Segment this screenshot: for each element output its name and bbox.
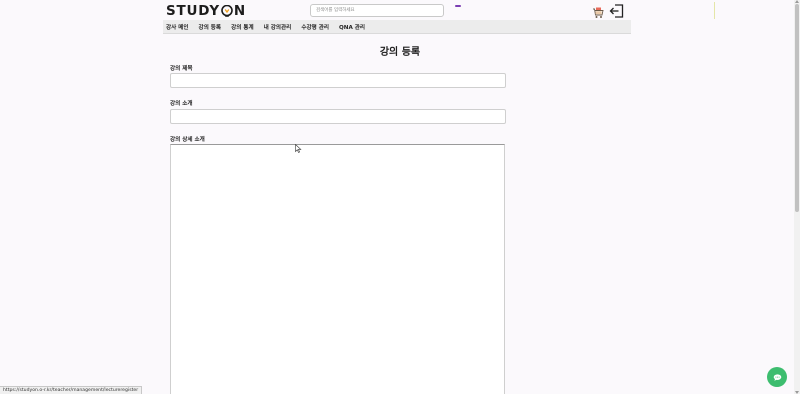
nav-item-qna-manage[interactable]: QNA 관리 xyxy=(339,23,365,31)
chat-icon xyxy=(773,373,781,381)
teacher-nav-bar: 강사 메인 강의 등록 강의 통계 내 강의관리 수강평 관리 QNA 관리 xyxy=(163,20,631,34)
logout-icon[interactable] xyxy=(609,3,624,19)
nav-item-teacher-main[interactable]: 강사 메인 xyxy=(166,23,189,31)
page-scrollbar[interactable] xyxy=(794,0,800,394)
nav-item-lecture-register[interactable]: 강의 등록 xyxy=(199,23,222,31)
mouse-cursor-icon xyxy=(295,138,302,153)
nav-item-my-lectures[interactable]: 내 강의관리 xyxy=(264,23,292,31)
lecture-detail-label: 강의 상세 소개 xyxy=(170,137,205,143)
lecture-intro-label: 강의 소개 xyxy=(170,101,193,107)
scrollbar-thumb[interactable] xyxy=(795,4,799,212)
scroll-up-arrow-icon[interactable] xyxy=(795,0,799,3)
lecture-title-label: 강의 제목 xyxy=(170,66,193,72)
chat-button[interactable] xyxy=(767,367,787,387)
cart-icon[interactable] xyxy=(592,4,604,18)
nav-item-review-manage[interactable]: 수강평 관리 xyxy=(301,23,329,31)
page: STUDY N 강사 메인 강의 xyxy=(0,0,800,394)
status-bar-url: https://studyon.o-r.kr/teacher/managemen… xyxy=(0,386,143,394)
lecture-detail-textarea[interactable] xyxy=(170,144,505,394)
page-title: 강의 등록 xyxy=(379,47,421,58)
lightbulb-icon xyxy=(221,4,233,17)
logo-text-prefix: STUDY xyxy=(166,2,220,19)
nav-item-lecture-stats[interactable]: 강의 통계 xyxy=(231,23,254,31)
search-input[interactable] xyxy=(310,4,444,17)
lecture-title-input[interactable] xyxy=(170,73,506,88)
divider-line xyxy=(714,2,715,19)
logo-text-suffix: N xyxy=(233,2,247,19)
lecture-intro-input[interactable] xyxy=(170,109,506,124)
studyon-logo[interactable]: STUDY N xyxy=(166,2,247,19)
accent-mark xyxy=(455,5,461,7)
